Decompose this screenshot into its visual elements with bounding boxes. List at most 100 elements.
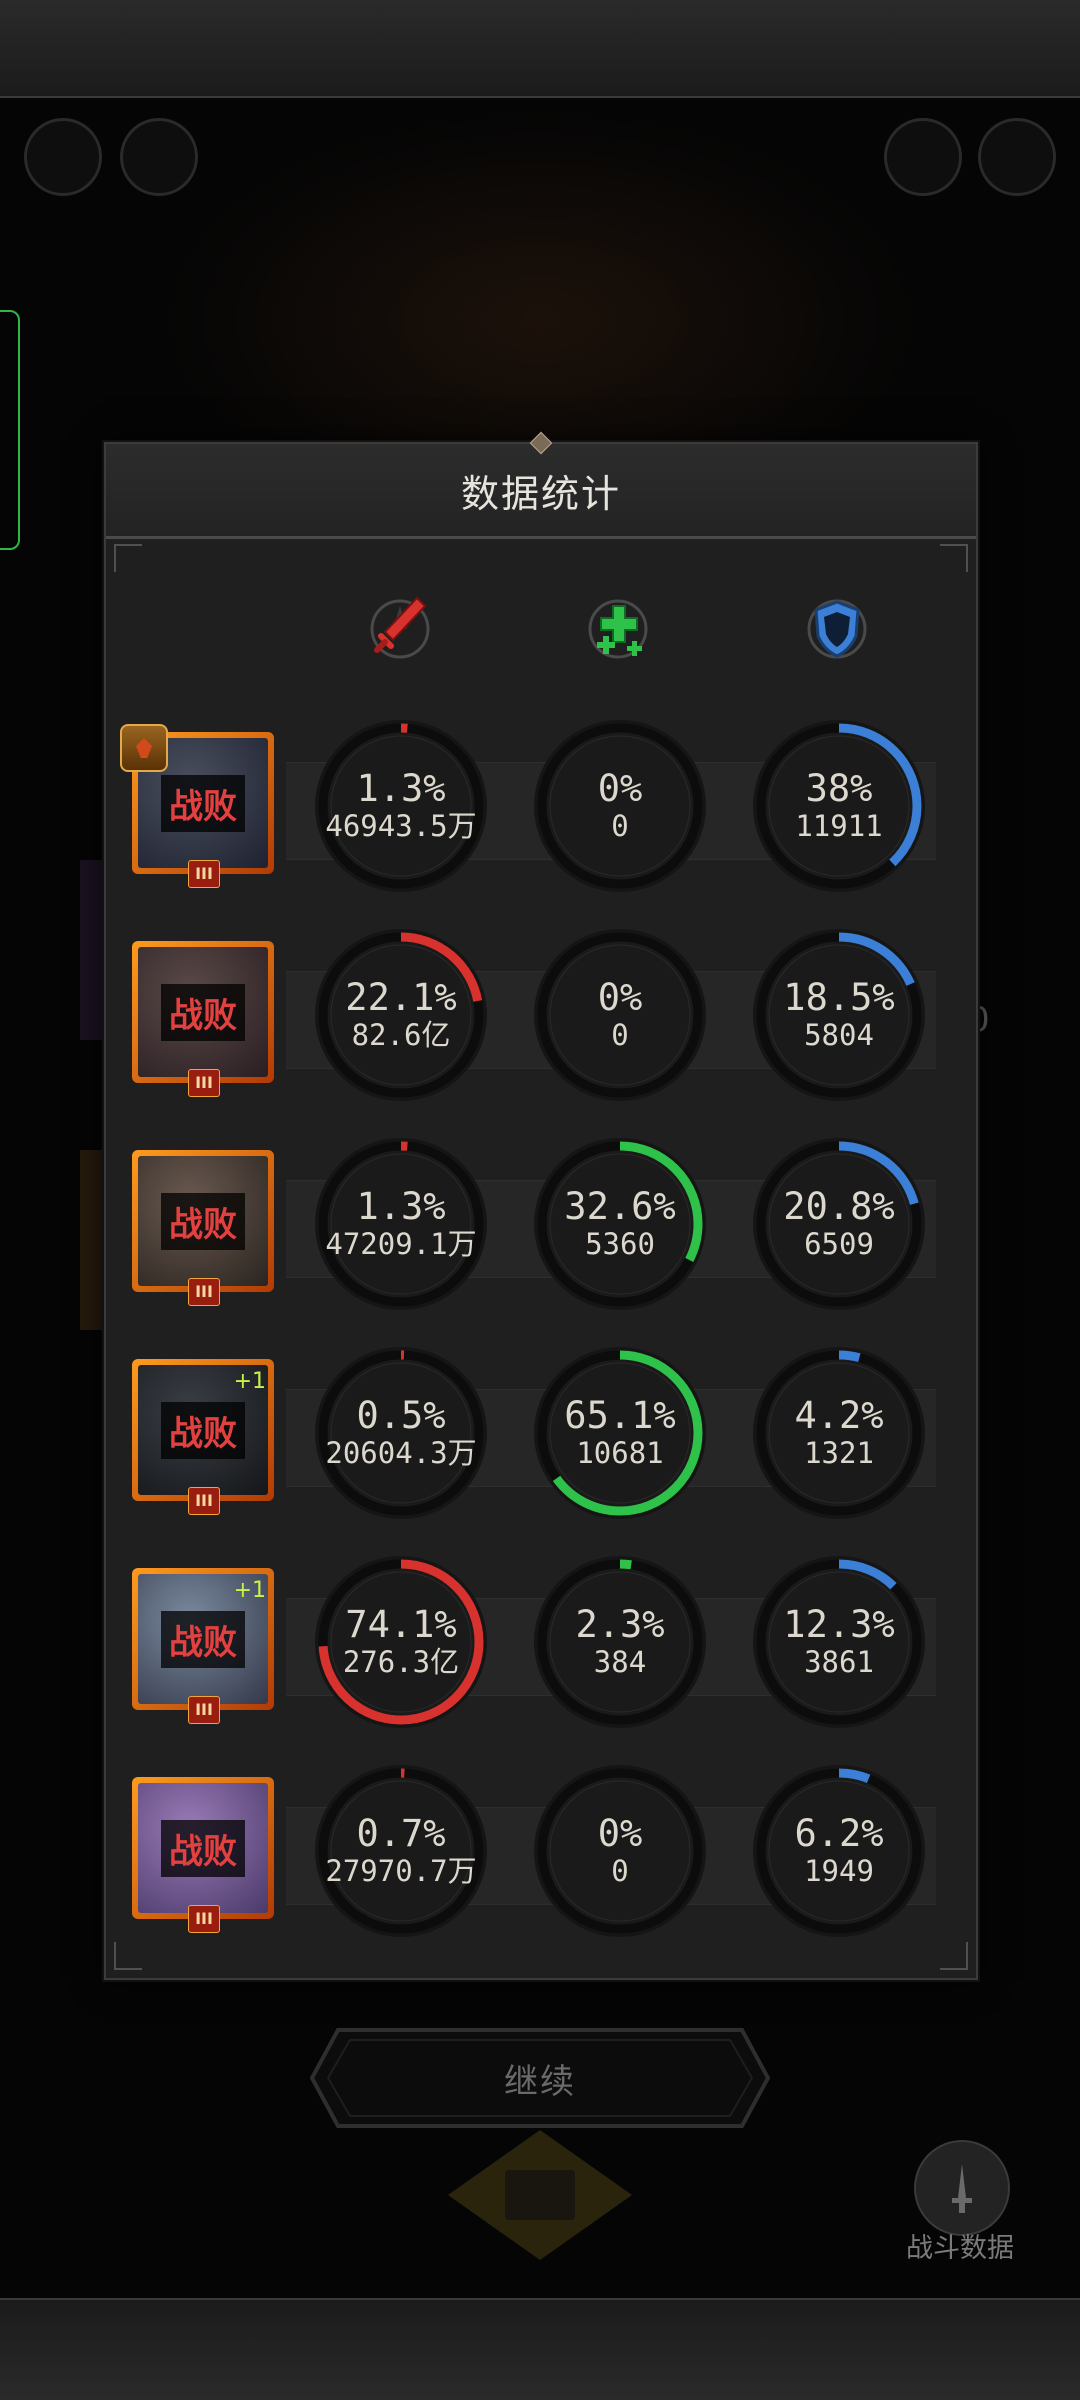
damage_taken-gauge: 20.8% 6509 (751, 1136, 927, 1312)
corner-ornament (940, 544, 968, 572)
gauge-value: 5804 (804, 1018, 874, 1052)
gauge-percent: 0% (597, 976, 643, 1019)
gauge-value: 47209.1万 (325, 1227, 477, 1261)
corner-ornament (114, 544, 142, 572)
statistics-dialog: 数据统计 战败 III 1.3% 46943.5万 0% 0 38% 11911… (104, 431, 978, 1980)
gauge-value: 276.3亿 (342, 1645, 460, 1679)
gauge-percent: 65.1% (564, 1394, 676, 1437)
damage-gauge: 22.1% 82.6亿 (313, 927, 489, 1103)
gauge-value: 11911 (795, 809, 883, 843)
damage-gauge: 74.1% 276.3亿 (313, 1554, 489, 1730)
hero-stat-row: 战败 III +1 74.1% 276.3亿 2.3% 384 12.3% 38… (106, 1556, 976, 1768)
sword-icon (355, 584, 445, 674)
battle-data-icon (914, 2140, 1010, 2236)
rank-badge: III (188, 1487, 220, 1515)
gauge-percent: 1.3% (356, 1185, 446, 1228)
defeat-label: 战败 (161, 774, 245, 832)
gauge-percent: 22.1% (345, 976, 457, 1019)
upgrade-badge: +1 (233, 1369, 266, 1394)
gauge-percent: 0.7% (356, 1812, 446, 1855)
damage-gauge: 0.7% 27970.7万 (313, 1763, 489, 1939)
hero-portrait-image: 战败 (138, 947, 268, 1077)
rank-badge: III (188, 1069, 220, 1097)
gauge-value: 0 (611, 809, 629, 843)
gauge-value: 6509 (804, 1227, 874, 1261)
background-button (884, 118, 962, 196)
dialog-title: 数据统计 (460, 471, 621, 516)
defeat-label: 战败 (161, 983, 245, 1041)
battle-data-button[interactable]: 战斗数据 (890, 2140, 1030, 2290)
rank-badge: III (188, 1278, 220, 1306)
damage_taken-gauge: 6.2% 1949 (751, 1763, 927, 1939)
healing-gauge: 32.6% 5360 (532, 1136, 708, 1312)
bottom-emblem-icon (505, 2170, 575, 2220)
gauge-percent: 2.3% (575, 1603, 665, 1646)
gauge-percent: 0.5% (356, 1394, 446, 1437)
damage_taken-gauge: 12.3% 3861 (751, 1554, 927, 1730)
rank-badge: III (188, 860, 220, 888)
continue-button[interactable]: 继续 (308, 2026, 772, 2130)
hero-stat-row: 战败 III 22.1% 82.6亿 0% 0 18.5% 5804 (106, 929, 976, 1141)
hero-portrait[interactable]: 战败 III (132, 941, 274, 1097)
healing-gauge: 65.1% 10681 (532, 1345, 708, 1521)
gauge-value: 0 (611, 1018, 629, 1052)
damage-gauge: 1.3% 47209.1万 (313, 1136, 489, 1312)
side-panel-tab (0, 310, 20, 550)
gauge-percent: 6.2% (794, 1812, 884, 1855)
gauge-percent: 0% (597, 767, 643, 810)
gauge-value: 384 (593, 1645, 647, 1679)
gauge-percent: 32.6% (564, 1185, 676, 1228)
hero-stat-row: 战败 III +1 0.5% 20604.3万 65.1% 10681 4.2%… (106, 1347, 976, 1559)
gauge-value: 46943.5万 (325, 809, 477, 843)
gauge-value: 0 (611, 1854, 629, 1888)
background-strip (80, 860, 104, 1040)
shield-icon (792, 584, 882, 674)
healing-gauge: 0% 0 (532, 718, 708, 894)
gauge-value: 3861 (804, 1645, 874, 1679)
background-button (978, 118, 1056, 196)
healing-gauge: 0% 0 (532, 1763, 708, 1939)
hero-portrait-image: 战败 (138, 1156, 268, 1286)
heal-cross-icon (573, 584, 663, 674)
gauge-value: 1321 (804, 1436, 874, 1470)
defeat-label: 战败 (161, 1192, 245, 1250)
rank-badge: III (188, 1905, 220, 1933)
mvp-crest-icon (120, 724, 168, 772)
background-button (24, 118, 102, 196)
gauge-percent: 1.3% (356, 767, 446, 810)
gauge-value: 20604.3万 (325, 1436, 477, 1470)
gauge-percent: 74.1% (345, 1603, 457, 1646)
rank-badge: III (188, 1696, 220, 1724)
upgrade-badge: +1 (233, 1578, 266, 1603)
damage_taken-gauge: 38% 11911 (751, 718, 927, 894)
background-button (120, 118, 198, 196)
hero-stat-row: 战败 III 1.3% 46943.5万 0% 0 38% 11911 (106, 720, 976, 932)
background-strip (80, 1150, 104, 1330)
dialog-header: 数据统计 (106, 431, 976, 539)
battle-data-label: 战斗数据 (906, 2233, 1014, 2264)
hero-stat-row: 战败 III 0.7% 27970.7万 0% 0 6.2% 1949 (106, 1765, 976, 1977)
hero-portrait[interactable]: 战败 III (132, 1150, 274, 1306)
gauge-percent: 20.8% (783, 1185, 895, 1228)
defeat-label: 战败 (161, 1401, 245, 1459)
gauge-value: 82.6亿 (351, 1018, 451, 1052)
damage-gauge: 1.3% 46943.5万 (313, 718, 489, 894)
gauge-percent: 38% (805, 767, 873, 810)
hero-portrait[interactable]: 战败 III (120, 724, 274, 888)
gauge-value: 1949 (804, 1854, 874, 1888)
hero-portrait[interactable]: 战败 III (132, 1777, 274, 1933)
hero-portrait-image: 战败 (138, 1783, 268, 1913)
damage_taken-gauge: 18.5% 5804 (751, 927, 927, 1103)
top-bar (0, 0, 1080, 98)
gauge-value: 5360 (585, 1227, 655, 1261)
hero-portrait[interactable]: 战败 III +1 (132, 1359, 274, 1515)
hero-portrait[interactable]: 战败 III +1 (132, 1568, 274, 1724)
hero-stat-row: 战败 III 1.3% 47209.1万 32.6% 5360 20.8% 65… (106, 1138, 976, 1350)
damage-gauge: 0.5% 20604.3万 (313, 1345, 489, 1521)
gauge-percent: 12.3% (783, 1603, 895, 1646)
defeat-label: 战败 (161, 1610, 245, 1668)
gauge-value: 27970.7万 (325, 1854, 477, 1888)
gauge-percent: 0% (597, 1812, 643, 1855)
continue-button-label: 继续 (504, 2061, 576, 2102)
gauge-percent: 4.2% (794, 1394, 884, 1437)
